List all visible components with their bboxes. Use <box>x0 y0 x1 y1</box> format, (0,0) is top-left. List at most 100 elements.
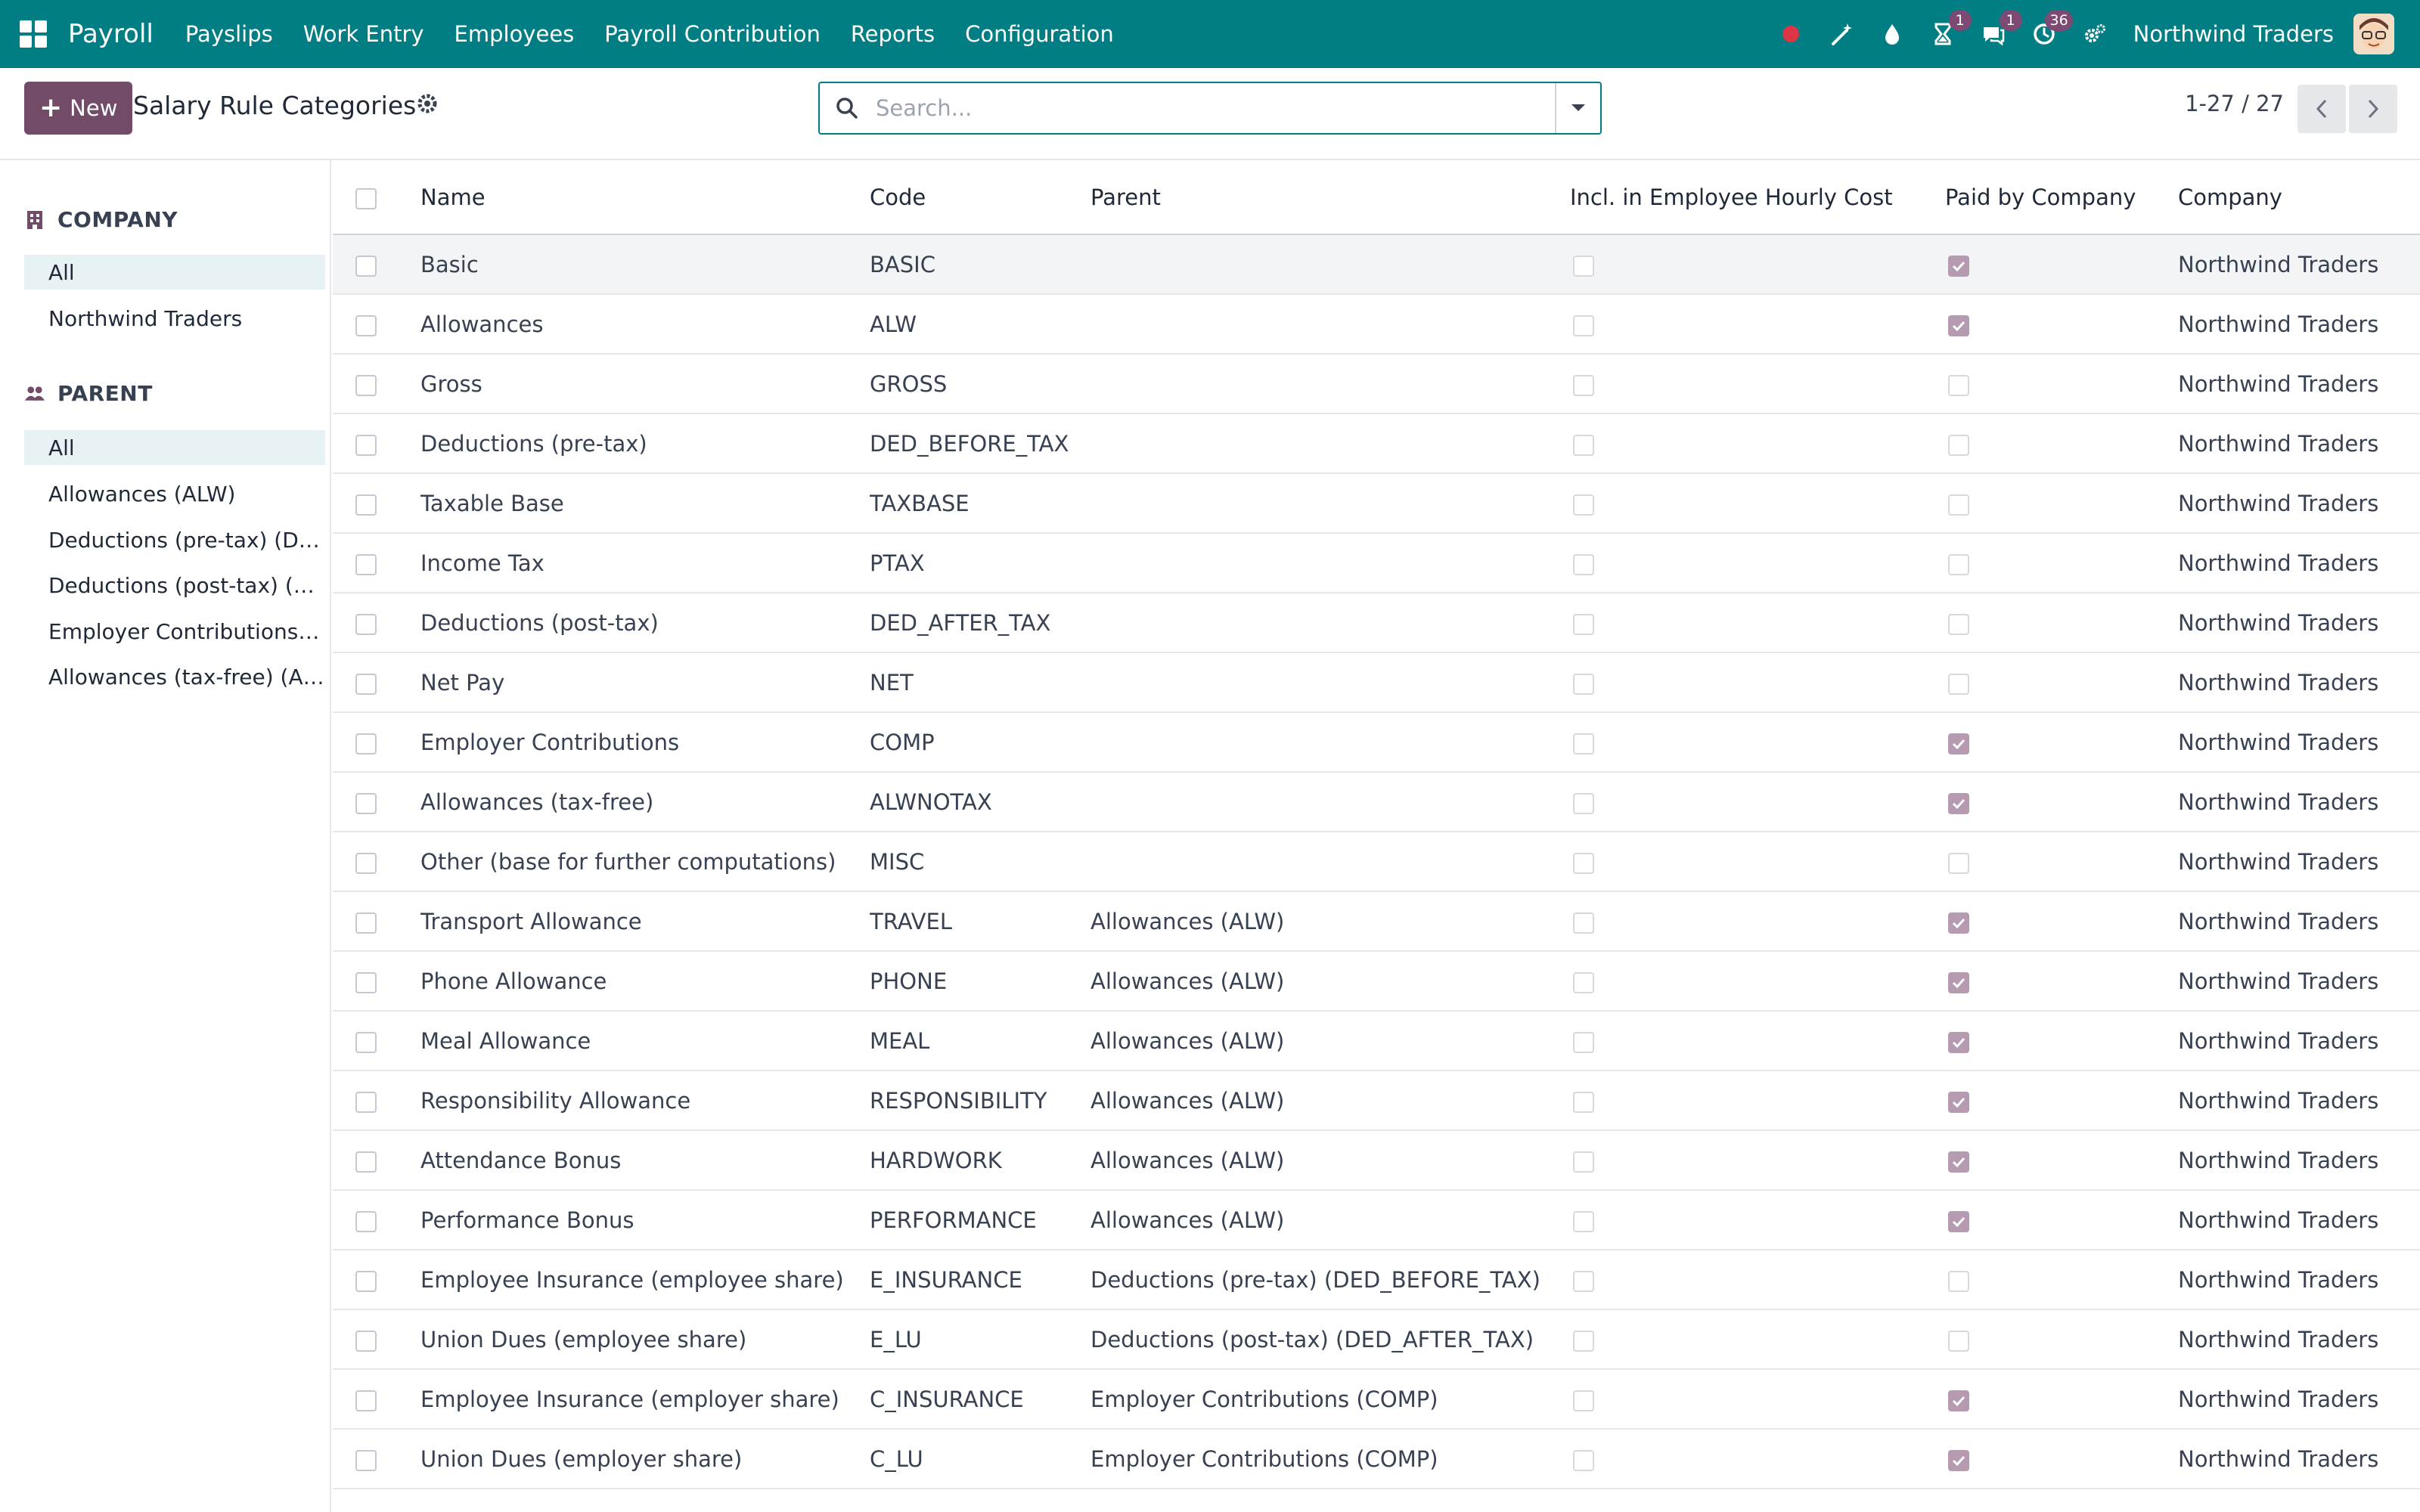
cell-code: HARDWORK <box>870 1130 1091 1191</box>
table-row[interactable]: Deductions (post-tax) DED_AFTER_TAX Northw… <box>333 593 2420 653</box>
table-row[interactable]: Responsibility Allowance RESPONSIBILITY Al… <box>333 1070 2420 1131</box>
droplet-icon[interactable] <box>1876 17 1909 51</box>
cell-parent <box>1091 354 1570 414</box>
row-select-checkbox[interactable] <box>355 792 377 814</box>
menu-employees[interactable]: Employees <box>455 21 575 47</box>
clock-icon[interactable]: 36 <box>2028 10 2073 51</box>
table-row[interactable]: Transport Allowance TRAVEL Allowances (ALW… <box>333 891 2420 952</box>
cell-name: Responsibility Allowance <box>420 1070 870 1131</box>
pager-value[interactable]: 1-27 / 27 <box>2185 91 2284 116</box>
table-row[interactable]: Employee Insurance (employee share) E_INS… <box>333 1250 2420 1310</box>
user-avatar[interactable] <box>2353 14 2394 54</box>
row-select-checkbox[interactable] <box>355 1330 377 1352</box>
row-select-checkbox[interactable] <box>355 1091 377 1113</box>
cell-name: Allowances <box>420 294 870 355</box>
row-select-checkbox[interactable] <box>355 1151 377 1173</box>
company-filter-northwind[interactable]: Northwind Traders <box>24 301 325 336</box>
menu-payroll-contribution[interactable]: Payroll Contribution <box>604 21 821 47</box>
app-grid-icon[interactable] <box>20 20 47 48</box>
select-all-checkbox[interactable] <box>355 187 377 209</box>
column-header-name[interactable]: Name <box>420 160 870 235</box>
incl-hourly-cost-checkbox <box>1573 1330 1594 1352</box>
menu-payslips[interactable]: Payslips <box>185 21 273 47</box>
table-row[interactable]: Gross GROSS Northwind Traders <box>333 354 2420 414</box>
paid-by-company-checkbox <box>1948 971 1969 993</box>
row-select-checkbox[interactable] <box>355 852 377 874</box>
chat-icon[interactable]: 1 <box>1977 10 2022 51</box>
table-row[interactable]: Union Dues (employee share) E_LU Deduction… <box>333 1309 2420 1370</box>
table-row[interactable]: Union Dues (employer share) C_LU Employer … <box>333 1429 2420 1489</box>
table-row[interactable]: Phone Allowance PHONE Allowances (ALW) Nort… <box>333 951 2420 1012</box>
messages-badge: 1 <box>1999 10 2022 31</box>
table-row[interactable]: Basic BASIC Northwind Traders <box>333 234 2420 295</box>
incl-hourly-cost-checkbox <box>1573 792 1594 814</box>
row-select-checkbox[interactable] <box>355 1270 377 1292</box>
menu-configuration[interactable]: Configuration <box>965 21 1114 47</box>
column-header-company[interactable]: Company <box>2178 160 2420 235</box>
row-select-checkbox[interactable] <box>355 733 377 754</box>
table-row[interactable]: Employer Contributions COMP Northwind Trad… <box>333 712 2420 773</box>
cell-company: Northwind Traders <box>2178 1250 2420 1310</box>
table-row[interactable]: Net Pay NET Northwind Traders <box>333 652 2420 713</box>
row-select-checkbox[interactable] <box>355 374 377 396</box>
row-select-checkbox[interactable] <box>355 255 377 277</box>
row-select-checkbox[interactable] <box>355 434 377 456</box>
cell-parent <box>1091 832 1570 892</box>
table-header-row: Name Code Parent Incl. in Employee Hourl… <box>333 160 2420 235</box>
column-header-incl-hourly-cost[interactable]: Incl. in Employee Hourly Cost <box>1570 160 1945 235</box>
status-dot-icon[interactable] <box>1774 17 1807 51</box>
search-input[interactable] <box>876 95 1526 121</box>
row-select-checkbox[interactable] <box>355 494 377 516</box>
magic-wand-icon[interactable] <box>1825 17 1858 51</box>
parent-filter-deductions-pre-tax[interactable]: Deductions (pre-tax) (DED_BEFORE_TAX) <box>24 522 325 557</box>
pager-previous-button[interactable] <box>2297 85 2346 133</box>
table-row[interactable]: Meal Allowance MEAL Allowances (ALW) Northw… <box>333 1011 2420 1071</box>
table-row[interactable]: Employee Insurance (employer share) C_INS… <box>333 1369 2420 1430</box>
row-select-checkbox[interactable] <box>355 673 377 695</box>
column-header-paid-by-company[interactable]: Paid by Company <box>1945 160 2178 235</box>
parent-filter-all[interactable]: All <box>24 430 325 465</box>
row-select-checkbox[interactable] <box>355 1031 377 1053</box>
row-select-checkbox[interactable] <box>355 553 377 575</box>
company-filter-all[interactable]: All <box>24 255 325 290</box>
table-row[interactable]: Other (base for further computations) MIS… <box>333 832 2420 892</box>
pager-next-button[interactable] <box>2349 85 2397 133</box>
parent-filter-employer-contributions[interactable]: Employer Contributions (COMP) <box>24 614 325 649</box>
incl-hourly-cost-checkbox <box>1573 1151 1594 1173</box>
table-row[interactable]: Attendance Bonus HARDWORK Allowances (ALW)… <box>333 1130 2420 1191</box>
table-row[interactable]: Income Tax PTAX Northwind Traders <box>333 533 2420 593</box>
table-row[interactable]: Taxable Base TAXBASE Northwind Traders <box>333 473 2420 534</box>
parent-section-header: PARENT <box>24 381 153 406</box>
new-button[interactable]: + New <box>24 82 133 135</box>
row-select-checkbox[interactable] <box>355 1449 377 1471</box>
parent-filter-allowances[interactable]: Allowances (ALW) <box>24 476 325 511</box>
cell-company: Northwind Traders <box>2178 712 2420 773</box>
settings-gears-icon[interactable] <box>2078 17 2111 51</box>
cell-company: Northwind Traders <box>2178 772 2420 832</box>
menu-reports[interactable]: Reports <box>851 21 935 47</box>
row-select-checkbox[interactable] <box>355 971 377 993</box>
row-select-checkbox[interactable] <box>355 314 377 336</box>
row-select-checkbox[interactable] <box>355 1210 377 1232</box>
paid-by-company-checkbox <box>1948 1330 1969 1352</box>
column-header-parent[interactable]: Parent <box>1091 160 1570 235</box>
table-row[interactable]: Performance Bonus PERFORMANCE Allowances (… <box>333 1190 2420 1250</box>
table-row[interactable]: Allowances ALW Northwind Traders <box>333 294 2420 355</box>
hourglass-icon[interactable]: 1 <box>1926 10 1972 51</box>
cell-name: Net Pay <box>420 652 870 713</box>
column-header-code[interactable]: Code <box>870 160 1091 235</box>
parent-filter-allowances-tax-free[interactable]: Allowances (tax-free) (ALWNOTAX) <box>24 659 325 694</box>
gear-icon[interactable] <box>414 91 440 116</box>
incl-hourly-cost-checkbox <box>1573 852 1594 874</box>
row-select-checkbox[interactable] <box>355 912 377 934</box>
menu-work-entry[interactable]: Work Entry <box>303 21 424 47</box>
search-options-toggle[interactable] <box>1555 83 1600 133</box>
company-switcher[interactable]: Northwind Traders <box>2133 21 2334 47</box>
row-select-checkbox[interactable] <box>355 1390 377 1411</box>
incl-hourly-cost-checkbox <box>1573 1449 1594 1471</box>
parent-filter-deductions-post-tax[interactable]: Deductions (post-tax) (DED_AFTER_TAX) <box>24 568 325 603</box>
row-select-checkbox[interactable] <box>355 613 377 635</box>
table-row[interactable]: Allowances (tax-free) ALWNOTAX Northwind T… <box>333 772 2420 832</box>
table-row[interactable]: Deductions (pre-tax) DED_BEFORE_TAX Northw… <box>333 414 2420 474</box>
app-brand[interactable]: Payroll <box>68 19 154 49</box>
